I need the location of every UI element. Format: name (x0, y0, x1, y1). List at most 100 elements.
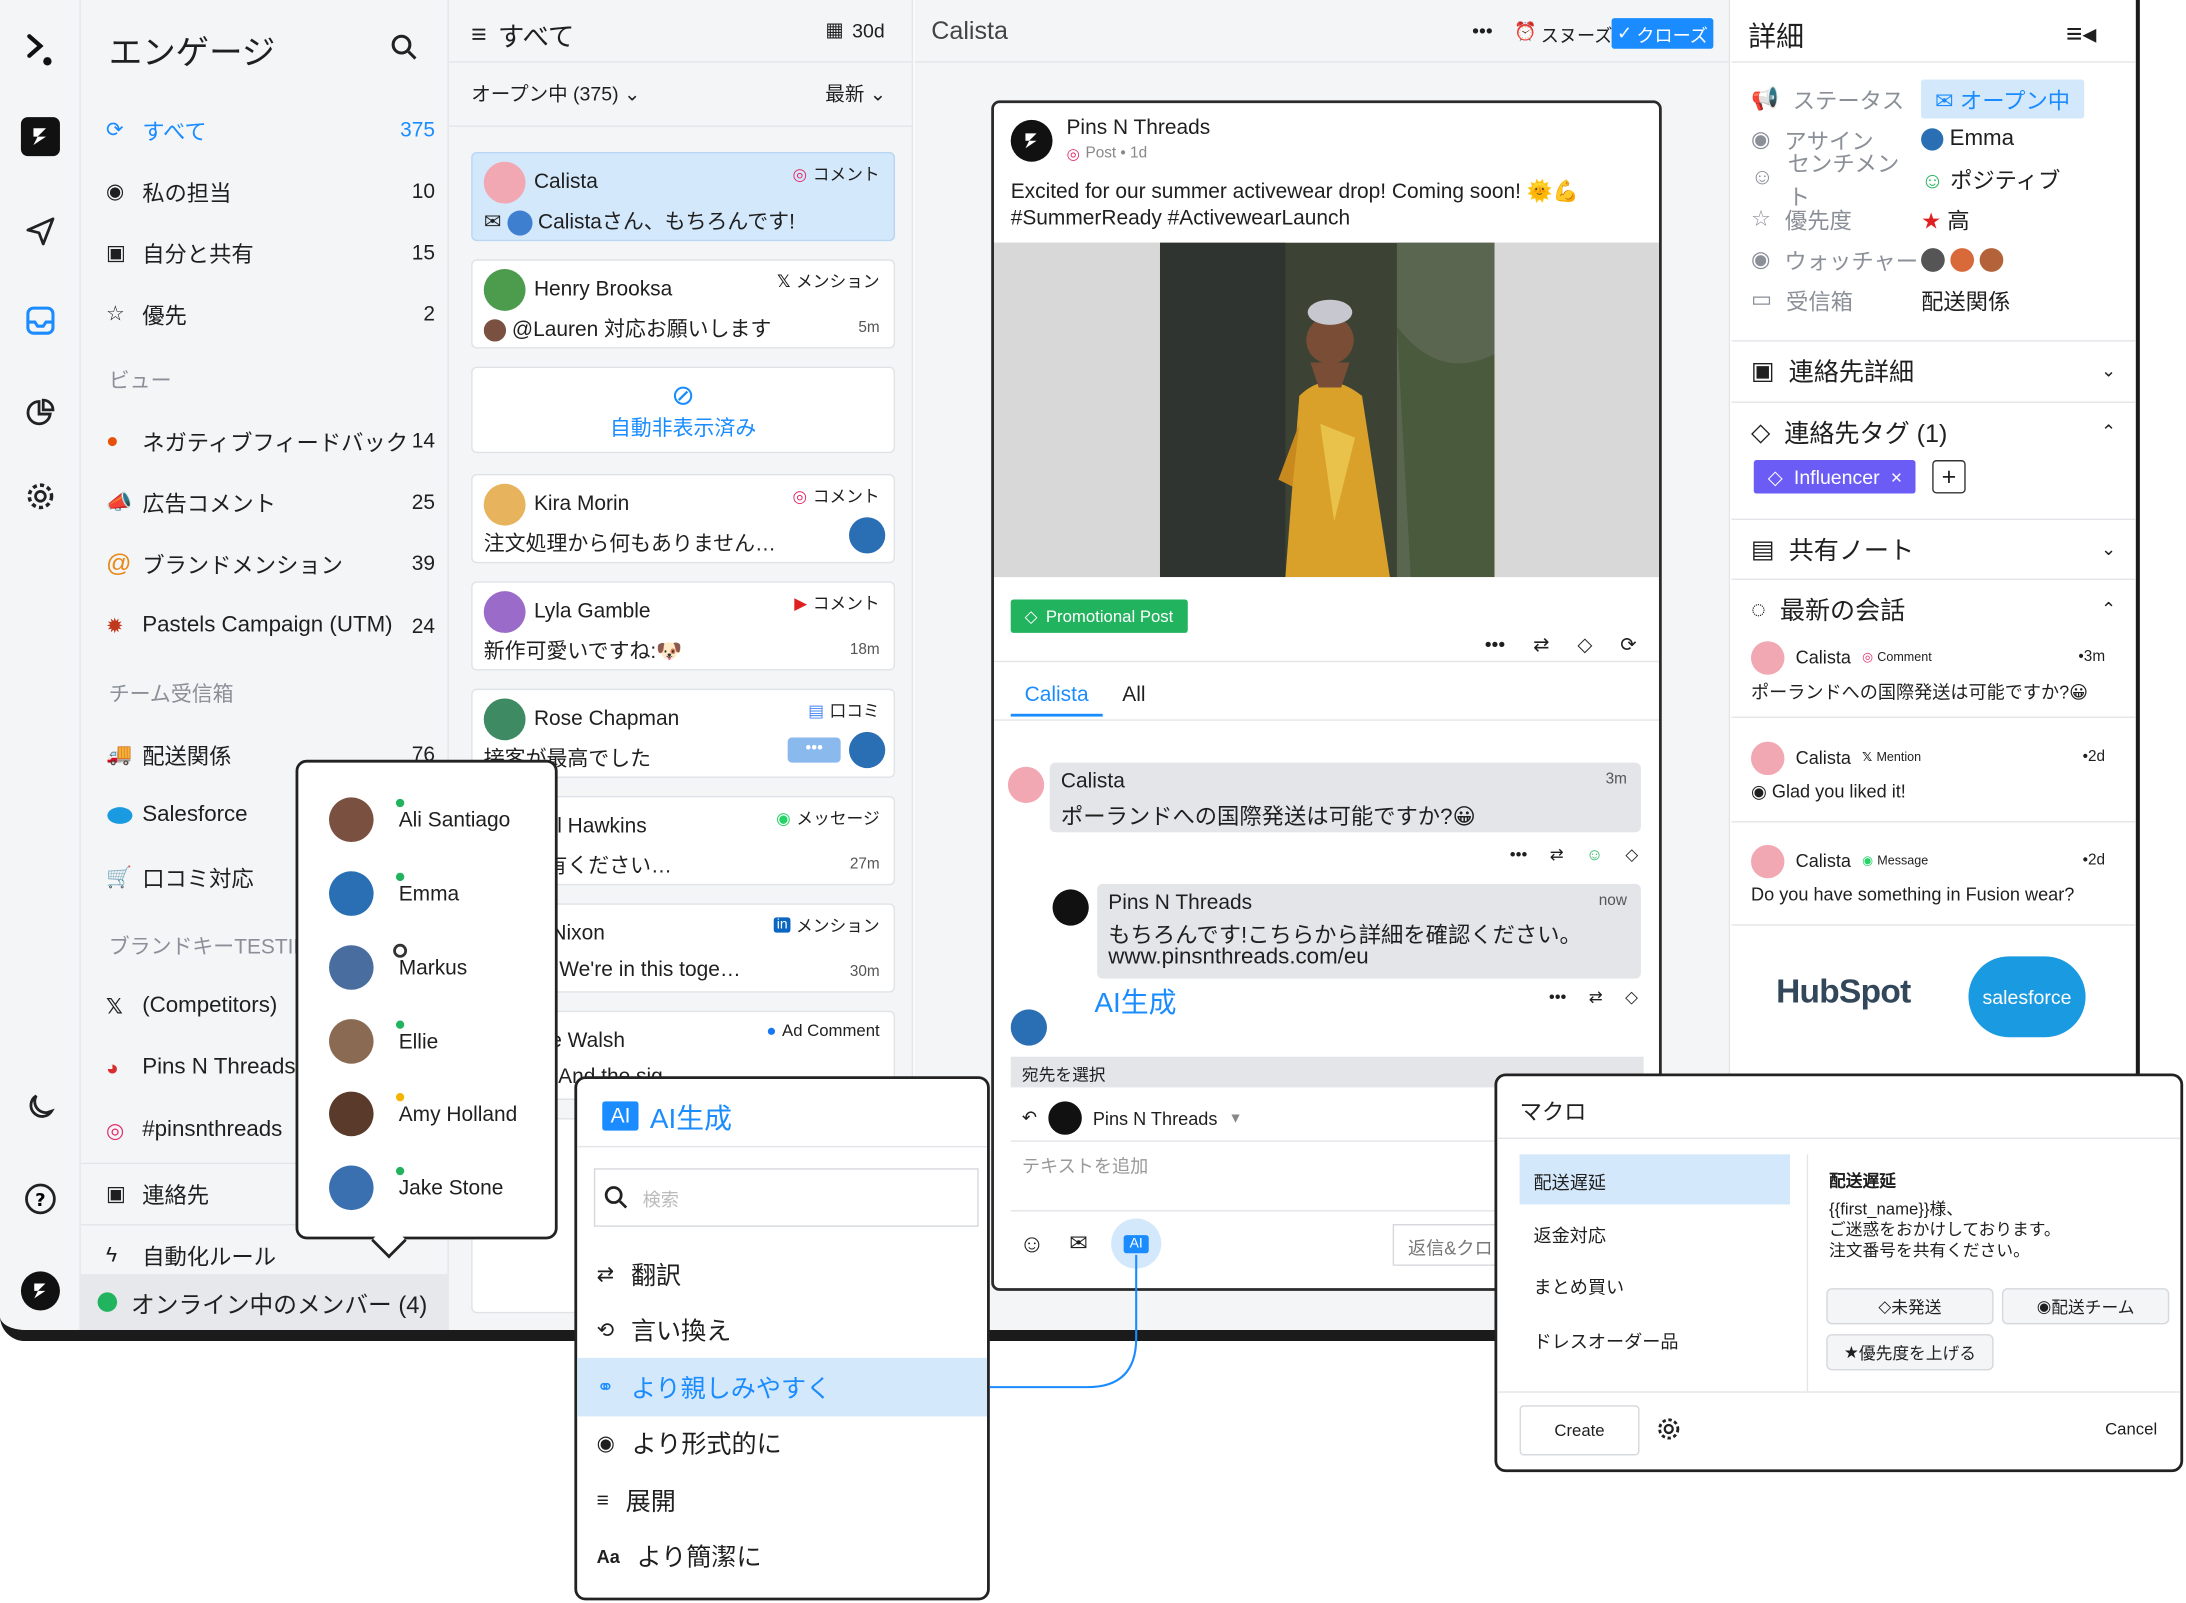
compose-input[interactable]: テキストを追加 (1022, 1152, 1148, 1178)
macro-item-selected[interactable]: 配送遅延 (1519, 1154, 1791, 1205)
view-pastels-campaign[interactable]: ✹ Pastels Campaign (UTM) 24 (106, 606, 435, 645)
action-raise-priority[interactable]: ★ 優先度を上げる (1826, 1334, 1994, 1371)
translate-icon[interactable]: ⇄ (1589, 987, 1603, 1007)
caret-down-icon: ▼ (1228, 1110, 1243, 1126)
auto-hidden-card[interactable]: ⊘ 自動非表示済み (471, 366, 896, 454)
recent-conversations-section[interactable]: ◌ 最新の会話 ⌃ (1751, 579, 2116, 640)
member-item[interactable]: Emma (329, 867, 552, 920)
member-item[interactable]: Ellie (329, 1015, 552, 1068)
sentiment-value[interactable]: ☺ ポジティブ (1921, 162, 2060, 195)
tag-icon[interactable]: ◇ (1577, 633, 1592, 657)
help-icon[interactable]: ? (21, 1179, 60, 1218)
influencer-tag[interactable]: ◇ Influencer × (1753, 460, 1917, 494)
view-negative-feedback[interactable]: ● ネガティブフィードバック 14 (106, 421, 435, 460)
tab-all[interactable]: All (1122, 683, 1145, 707)
brand-icon[interactable] (20, 117, 60, 157)
date-range[interactable]: ▦ 30d (825, 18, 884, 42)
avatar (483, 319, 507, 342)
avatar (1921, 247, 1945, 272)
nav-item-mine[interactable]: ◉ 私の担当 10 (106, 171, 435, 210)
ai-search-input[interactable]: 検索 (593, 1168, 979, 1227)
translate-icon[interactable]: ⇄ (1550, 845, 1564, 865)
channel-tag: ▤ 口コミ (808, 700, 880, 721)
search-icon[interactable] (390, 33, 418, 61)
icon-rail: ? (0, 0, 81, 1330)
macro-item[interactable]: ドレスオーダー品 (1534, 1327, 1679, 1353)
more-icon[interactable]: ••• (1472, 20, 1493, 42)
recent-item[interactable]: Calista ◎ Comment •3m ポーランドへの国際発送は可能ですか?😀 (1750, 641, 2119, 711)
create-button[interactable]: Create (1519, 1405, 1640, 1456)
translate-icon[interactable]: ⇄ (1533, 633, 1549, 657)
ai-item-formal[interactable]: ◉ より形式的に (597, 1418, 987, 1468)
close-icon: × (1890, 465, 1903, 488)
recent-item[interactable]: Calista ◉ Message •2d Do you have somethin… (1750, 844, 2119, 915)
avatar (1750, 741, 1785, 776)
cancel-button[interactable]: Cancel (2105, 1419, 2157, 1439)
smile-icon[interactable]: ☺ (1586, 845, 1603, 865)
sort-select[interactable]: 最新 ⌄ (825, 79, 886, 107)
contact-details-section[interactable]: ▣ 連絡先詳細 ⌄ (1751, 340, 2116, 401)
nav-item-all[interactable]: ⟳ すべて 375 (106, 110, 435, 149)
conversation-card[interactable]: Lyla Gamble ▶ コメント 新作可愛いですね:🐶 18m (471, 581, 896, 671)
member-item[interactable]: Jake Stone (329, 1161, 552, 1214)
avatar (483, 698, 526, 741)
ai-item-shorten[interactable]: Aa より簡潔に (597, 1531, 987, 1581)
contact-tags-section[interactable]: ◇ 連絡先タグ (1) ⌃ (1751, 402, 2116, 463)
member-item[interactable]: Ali Santiago (329, 793, 552, 846)
nav-item-priority[interactable]: ☆ 優先 2 (106, 294, 435, 333)
shared-notes-section[interactable]: ▤ 共有ノート ⌄ (1751, 519, 2116, 580)
tag-icon[interactable]: ◇ (1625, 845, 1638, 865)
action-unshipped[interactable]: ◇ 未発送 (1826, 1288, 1994, 1325)
send-icon[interactable] (21, 212, 60, 251)
watcher-avatars[interactable] (1921, 247, 2004, 272)
tag-icon[interactable]: ◇ (1625, 987, 1638, 1007)
ai-item-rephrase[interactable]: ⟲ 言い換え (597, 1305, 987, 1355)
conversation-card[interactable]: Henry Brooksa 𝕏 メンション @Lauren 対応お願いします 5m (471, 259, 896, 349)
nav-item-shared[interactable]: ▣ 自分と共有 15 (106, 233, 435, 272)
avatar (1950, 247, 1975, 272)
ai-item-expand[interactable]: ≡ 展開 (597, 1475, 987, 1525)
view-brand-mentions[interactable]: @ ブランドメンション 39 (106, 544, 435, 583)
close-button[interactable]: ✓ クローズ (1611, 18, 1714, 49)
sync-icon[interactable]: ⟳ (1620, 633, 1636, 657)
conversation-card[interactable]: Calista ◎ コメント ✉ Calistaさん、もちろんです! (471, 151, 896, 242)
pie-chart-icon[interactable] (21, 393, 60, 432)
tab-calista[interactable]: Calista (1025, 683, 1089, 707)
action-shipping-team[interactable]: ◉ 配送チーム (2001, 1288, 2170, 1325)
macro-item[interactable]: まとめ買い (1534, 1273, 1625, 1299)
ai-item-translate[interactable]: ⇄ 翻訳 (597, 1249, 987, 1299)
menu-icon[interactable]: ≡ (471, 20, 486, 51)
view-ad-comments[interactable]: 📣 広告コメント 25 (106, 482, 435, 521)
status-filter[interactable]: オープン中 (375) ⌄ (471, 79, 640, 107)
account-icon[interactable] (20, 1271, 60, 1311)
recent-item[interactable]: Calista 𝕏 Mention •2d ◉ Glad you liked it! (1750, 741, 2119, 812)
snooze-button[interactable]: ⏰ スヌーズ (1514, 21, 1612, 47)
assignee-value[interactable]: Emma (1921, 127, 2014, 152)
canned-reply-icon[interactable]: ✉ (1069, 1230, 1088, 1258)
more-icon[interactable]: ••• (1510, 845, 1528, 865)
priority-value[interactable]: ★ 高 (1921, 202, 1970, 235)
angry-face-icon: ● (105, 428, 119, 453)
add-tag-button[interactable]: + (1932, 460, 1966, 494)
eye-icon: ◉ (1750, 248, 1771, 272)
ai-item-friendlier[interactable]: ⚭ より親しみやすく (597, 1362, 987, 1412)
recipient-select[interactable]: ↶ Pins N Threads ▼ (1022, 1101, 1243, 1135)
settings-icon[interactable] (21, 477, 60, 516)
logo-icon[interactable] (21, 31, 60, 70)
inbox-icon[interactable] (21, 301, 60, 340)
moon-icon[interactable] (21, 1087, 60, 1126)
more-icon[interactable]: ••• (1485, 633, 1506, 657)
instagram-icon: ◎ (105, 1119, 125, 1144)
salesforce-logo[interactable]: salesforce (1968, 956, 2086, 1038)
member-item[interactable]: Markus (329, 941, 552, 994)
more-icon[interactable]: ••• (1549, 987, 1567, 1007)
member-item[interactable]: Amy Holland (329, 1087, 552, 1140)
collapse-panel-icon[interactable]: ≡◂ (2066, 17, 2096, 52)
avatar (329, 1019, 374, 1064)
macro-item[interactable]: 返金対応 (1534, 1221, 1607, 1247)
status-badge[interactable]: ✉ オープン中 (1921, 79, 2085, 119)
online-members-bar[interactable]: オンライン中のメンバー (4) (80, 1274, 449, 1330)
settings-icon[interactable] (1656, 1416, 1681, 1441)
conversation-card[interactable]: Kira Morin ◎ コメント 注文処理から何もありません… (471, 473, 896, 564)
hubspot-logo[interactable]: HubSpot (1776, 973, 1911, 1012)
